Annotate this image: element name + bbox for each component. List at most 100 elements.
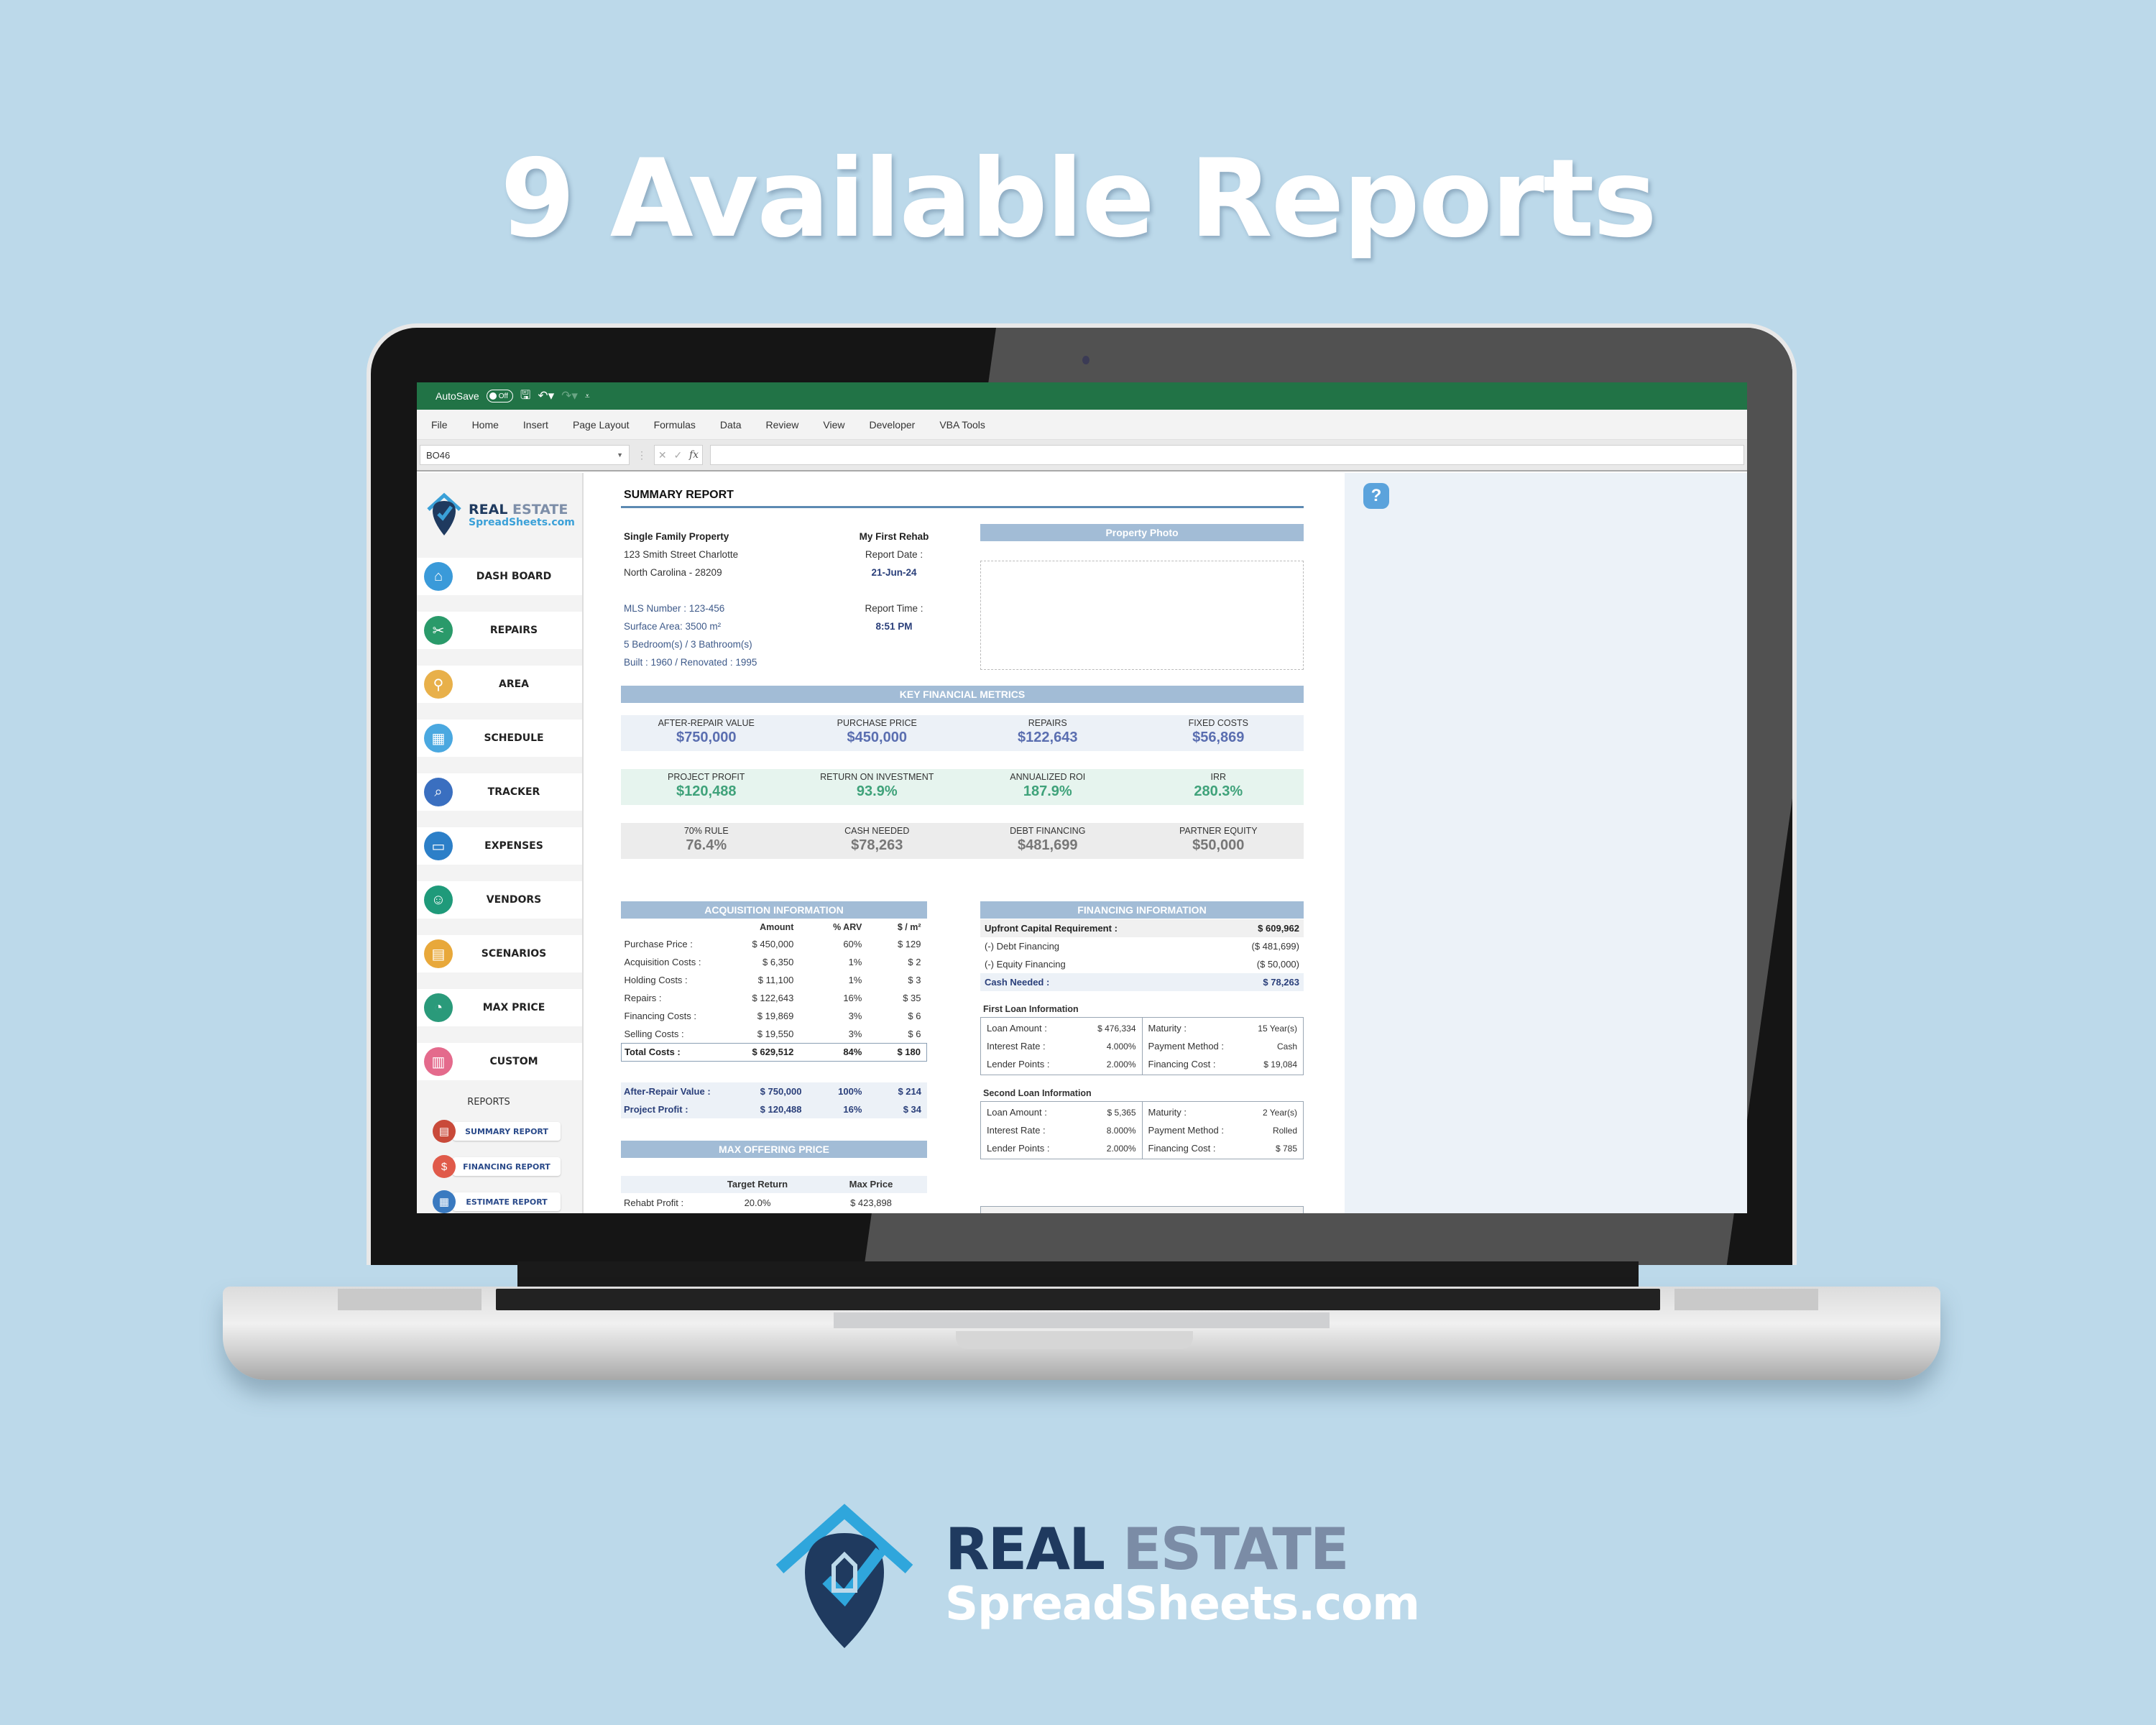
chevron-down-icon[interactable]: ▼ — [617, 451, 623, 459]
max-offer-columns: Target Return Max Price — [621, 1176, 927, 1193]
sidebar-item-vendors[interactable]: ☺ VENDORS — [417, 881, 582, 919]
sidebar-item-tracker[interactable]: ⌕ TRACKER — [417, 773, 582, 811]
report-time-label: Report Time : — [865, 603, 923, 614]
loan-field-value: 2.000% — [1106, 1059, 1136, 1070]
table-row: Purchase Price : $ 450,000 60% $ 129 — [622, 935, 927, 953]
metric-label: PROJECT PROFIT — [668, 772, 745, 782]
table-cell: $ 214 — [898, 1086, 921, 1097]
sidebar-item-expenses[interactable]: ▭ EXPENSES — [417, 827, 582, 865]
loan-field-label: Financing Cost : — [1148, 1143, 1216, 1154]
loan-title: Second Loan Information — [983, 1088, 1092, 1098]
metric-value: $481,699 — [1018, 837, 1078, 853]
total-row: Total Costs : $ 629,512 84% $ 180 — [621, 1042, 928, 1062]
loan-box: Loan Amount : $ 476,334 Interest Rate : 4.0… — [980, 1017, 1304, 1075]
report-buttons: ▤ SUMMARY REPORT $ FINANCING REPORT ▦ ESTIMAT… — [417, 1120, 582, 1213]
ribbon-tab-developer[interactable]: Developer — [870, 419, 916, 431]
table-cell: Holding Costs : — [624, 975, 688, 985]
sidebar-item-schedule[interactable]: ▦ SCHEDULE — [417, 719, 582, 757]
metric-label: PURCHASE PRICE — [837, 718, 917, 728]
report-sheet: SUMMARY REPORT Single Family Property 12… — [584, 473, 1747, 1213]
table-cell: 1% — [848, 957, 862, 967]
undo-icon[interactable]: ↶▾ — [538, 389, 554, 403]
ribbon-tab-data[interactable]: Data — [720, 419, 742, 431]
loan-field-value: 2.000% — [1106, 1143, 1136, 1154]
metric-value: $120,488 — [676, 783, 737, 799]
surface-area: Surface Area: 3500 m² — [624, 621, 722, 632]
sidebar-item-scenarios[interactable]: ▤ SCENARIOS — [417, 935, 582, 972]
sidebar-item-custom[interactable]: ▥ CUSTOM — [417, 1043, 582, 1080]
ribbon-tabs: File Home Insert Page Layout Formulas Data Rev… — [417, 410, 1747, 440]
table-cell: Acquisition Costs : — [624, 957, 701, 967]
report-button-financing-report[interactable]: $ FINANCING REPORT — [433, 1155, 582, 1178]
customize-toolbar-icon[interactable]: ⩡ — [585, 391, 590, 402]
metric-label: 70% RULE — [683, 826, 729, 836]
ribbon-tab-view[interactable]: View — [823, 419, 844, 431]
ribbon-tab-insert[interactable]: Insert — [523, 419, 548, 431]
loan-field-label: Lender Points : — [987, 1059, 1050, 1070]
table-cell: $ 450,000 — [752, 939, 794, 949]
cancel-icon[interactable]: ✕ — [658, 449, 667, 461]
table-row: Acquisition Costs : $ 6,350 1% $ 2 — [622, 953, 927, 971]
save-icon[interactable]: 🖫 — [520, 386, 530, 407]
help-icon[interactable]: ? — [1363, 483, 1389, 509]
ribbon-tab-review[interactable]: Review — [766, 419, 799, 431]
estimate-report-icon: ▦ — [433, 1190, 456, 1213]
loan-field-value: $ 19,084 — [1263, 1059, 1297, 1070]
project-name: My First Rehab — [859, 531, 929, 542]
loan-column: Loan Amount : $ 476,334 Interest Rate : 4.0… — [981, 1018, 1142, 1075]
financing-header: FINANCING INFORMATION — [980, 901, 1304, 919]
table-cell: $ 180 — [867, 1042, 928, 1062]
loan-title: First Loan Information — [983, 1004, 1079, 1014]
ribbon-tab-vba-tools[interactable]: VBA Tools — [939, 419, 985, 431]
metric-value: $78,263 — [851, 837, 903, 853]
table-cell: $ 3 — [908, 975, 921, 985]
enter-icon[interactable]: ✓ — [673, 449, 682, 461]
property-photo-placeholder[interactable] — [980, 561, 1304, 670]
report-button-estimate-report[interactable]: ▦ ESTIMATE REPORT — [433, 1190, 582, 1213]
support-agent-icon: ☺ — [424, 886, 453, 914]
financing-info: Upfront Capital Requirement : $ 609,962 … — [980, 919, 1304, 1159]
formula-input[interactable] — [710, 445, 1744, 465]
brand-logo: REAL ESTATE SpreadSheets.com — [773, 1501, 1420, 1652]
summary-row: After-Repair Value : $ 750,000 100% $ 214 — [621, 1082, 927, 1100]
brand-logo-icon — [775, 1504, 913, 1648]
ribbon-tab-page-layout[interactable]: Page Layout — [573, 419, 630, 431]
loan-field: Financing Cost : $ 19,084 — [1148, 1055, 1298, 1073]
summary-row: Project Profit : $ 120,488 16% $ 34 — [621, 1100, 927, 1118]
table-cell: $ 750,000 — [760, 1086, 802, 1097]
report-button-label: ESTIMATE REPORT — [453, 1192, 561, 1211]
report-button-summary-report[interactable]: ▤ SUMMARY REPORT — [433, 1120, 582, 1143]
sidebar-item-max-price[interactable]: ◔ MAX PRICE — [417, 989, 582, 1026]
name-box[interactable]: BO46 ▼ — [420, 445, 630, 465]
brand-word-estate: ESTATE — [1123, 1516, 1350, 1583]
metric-annualized-roi: ANNUALIZED ROI 187.9% — [962, 769, 1133, 805]
redo-icon[interactable]: ↷▾ — [561, 389, 578, 403]
loan-field: Maturity : 15 Year(s) — [1148, 1019, 1298, 1037]
ribbon-tab-home[interactable]: Home — [472, 419, 499, 431]
sidebar-item-label: CUSTOM — [489, 1056, 538, 1067]
table-cell: After-Repair Value : — [624, 1086, 711, 1097]
equity-financing-row: (-) Equity Financing ($ 50,000) — [985, 959, 1299, 970]
logo-word-estate: ESTATE — [512, 501, 568, 518]
ribbon-tab-formulas[interactable]: Formulas — [654, 419, 696, 431]
loan-field-value: 4.000% — [1106, 1041, 1136, 1052]
autosave-toggle[interactable]: Off — [486, 390, 513, 402]
sidebar-item-dash-board[interactable]: ⌂ DASH BOARD — [417, 558, 582, 595]
table-cell: Total Costs : — [621, 1042, 715, 1062]
table-cell: 60% — [843, 939, 862, 949]
loan-field-label: Loan Amount : — [987, 1107, 1047, 1118]
table-row: Repairs : $ 122,643 16% $ 35 — [622, 989, 927, 1007]
metric-value: 187.9% — [1023, 783, 1072, 799]
metric-return-on-investment: RETURN ON INVESTMENT 93.9% — [792, 769, 963, 805]
laptop-hinge — [517, 1261, 1639, 1290]
sidebar-item-area[interactable]: ⚲ AREA — [417, 666, 582, 703]
cash-needed-row: Cash Needed : $ 78,263 — [980, 973, 1304, 991]
resize-handle[interactable]: ⋮ — [637, 449, 647, 461]
metric-label: IRR — [1210, 772, 1227, 782]
table-cell: $ 11,100 — [757, 975, 794, 985]
ribbon-tab-file[interactable]: File — [431, 419, 448, 431]
table-cell: Project Profit : — [624, 1104, 688, 1115]
function-icon[interactable]: fx — [689, 449, 699, 461]
logo-word-real: REAL — [469, 501, 508, 518]
sidebar-item-repairs[interactable]: ✂ REPAIRS — [417, 612, 582, 649]
